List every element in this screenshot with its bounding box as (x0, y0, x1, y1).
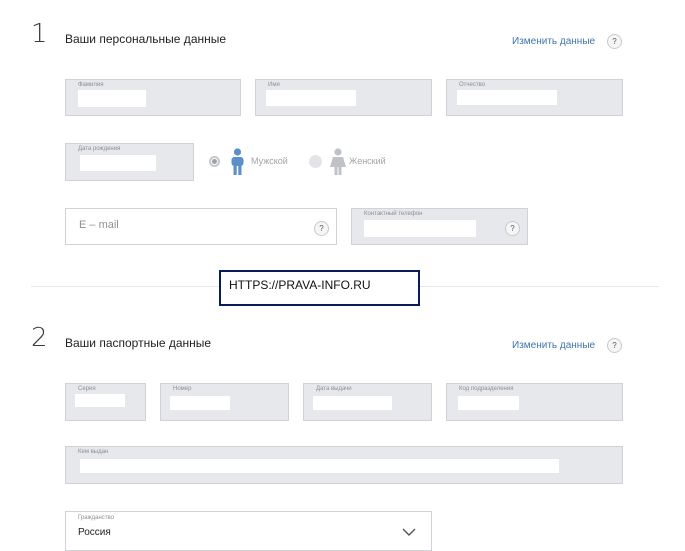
issue-date-field[interactable]: Дата выдачи (303, 383, 432, 421)
step-number-1: 1 (31, 19, 48, 49)
section-title-personal: Ваши персональные данные (65, 32, 227, 46)
redacted-value (458, 396, 519, 410)
issued-by-field[interactable]: Кем выдан (65, 446, 623, 484)
help-icon[interactable]: ? (314, 221, 329, 236)
gender-male-label: Мужской (251, 156, 288, 166)
phone-field[interactable]: Контактный телефон ? (351, 208, 528, 245)
passport-number-field[interactable]: Номер (160, 383, 289, 421)
series-label: Серия (78, 386, 96, 392)
redacted-value (313, 396, 392, 410)
citizenship-value: Россия (78, 527, 111, 538)
male-icon (231, 148, 244, 175)
redacted-value (457, 90, 557, 105)
radio-selected-dot (212, 159, 217, 164)
gender-male-radio[interactable] (209, 156, 220, 167)
patronymic-label: Отчество (459, 82, 486, 88)
name-label: Имя (268, 82, 280, 88)
redacted-value (80, 155, 156, 171)
birthdate-field[interactable]: Дата рождения (65, 143, 194, 181)
name-field[interactable]: Имя (255, 79, 432, 116)
section-title-passport: Ваши паспортные данные (65, 336, 212, 350)
citizenship-select[interactable]: Гражданство Россия (65, 511, 432, 551)
redacted-value (266, 90, 356, 106)
female-icon (330, 148, 346, 175)
redacted-value (75, 394, 125, 407)
redacted-value (170, 396, 230, 410)
edit-passport-link[interactable]: Изменить данные (512, 340, 595, 351)
redacted-value (78, 90, 146, 107)
redacted-value (80, 459, 559, 473)
surname-label: Фамилия (78, 82, 104, 88)
passport-series-field[interactable]: Серия (65, 383, 146, 421)
help-icon[interactable]: ? (505, 221, 520, 236)
email-placeholder: E – mail (79, 219, 119, 231)
email-field[interactable]: E – mail ? (65, 208, 337, 245)
help-icon[interactable]: ? (607, 34, 622, 49)
number-label: Номер (173, 386, 192, 392)
issue-date-label: Дата выдачи (316, 386, 352, 392)
chevron-down-icon (402, 528, 416, 536)
patronymic-field[interactable]: Отчество (446, 79, 623, 116)
gender-female-label: Женский (349, 156, 386, 166)
citizenship-label: Гражданство (78, 515, 114, 521)
surname-field[interactable]: Фамилия (65, 79, 241, 116)
issued-by-label: Кем выдан (78, 449, 109, 455)
redacted-value (364, 220, 476, 237)
edit-personal-link[interactable]: Изменить данные (512, 36, 595, 47)
watermark-url: HTTPS://PRAVA-INFO.RU (219, 270, 420, 306)
step-number-2: 2 (31, 323, 48, 353)
birthdate-label: Дата рождения (78, 146, 121, 152)
help-icon[interactable]: ? (607, 338, 622, 353)
division-code-field[interactable]: Код подразделения (446, 383, 623, 421)
gender-female-radio[interactable] (309, 155, 322, 168)
division-code-label: Код подразделения (459, 386, 514, 392)
phone-label: Контактный телефон (364, 211, 423, 217)
